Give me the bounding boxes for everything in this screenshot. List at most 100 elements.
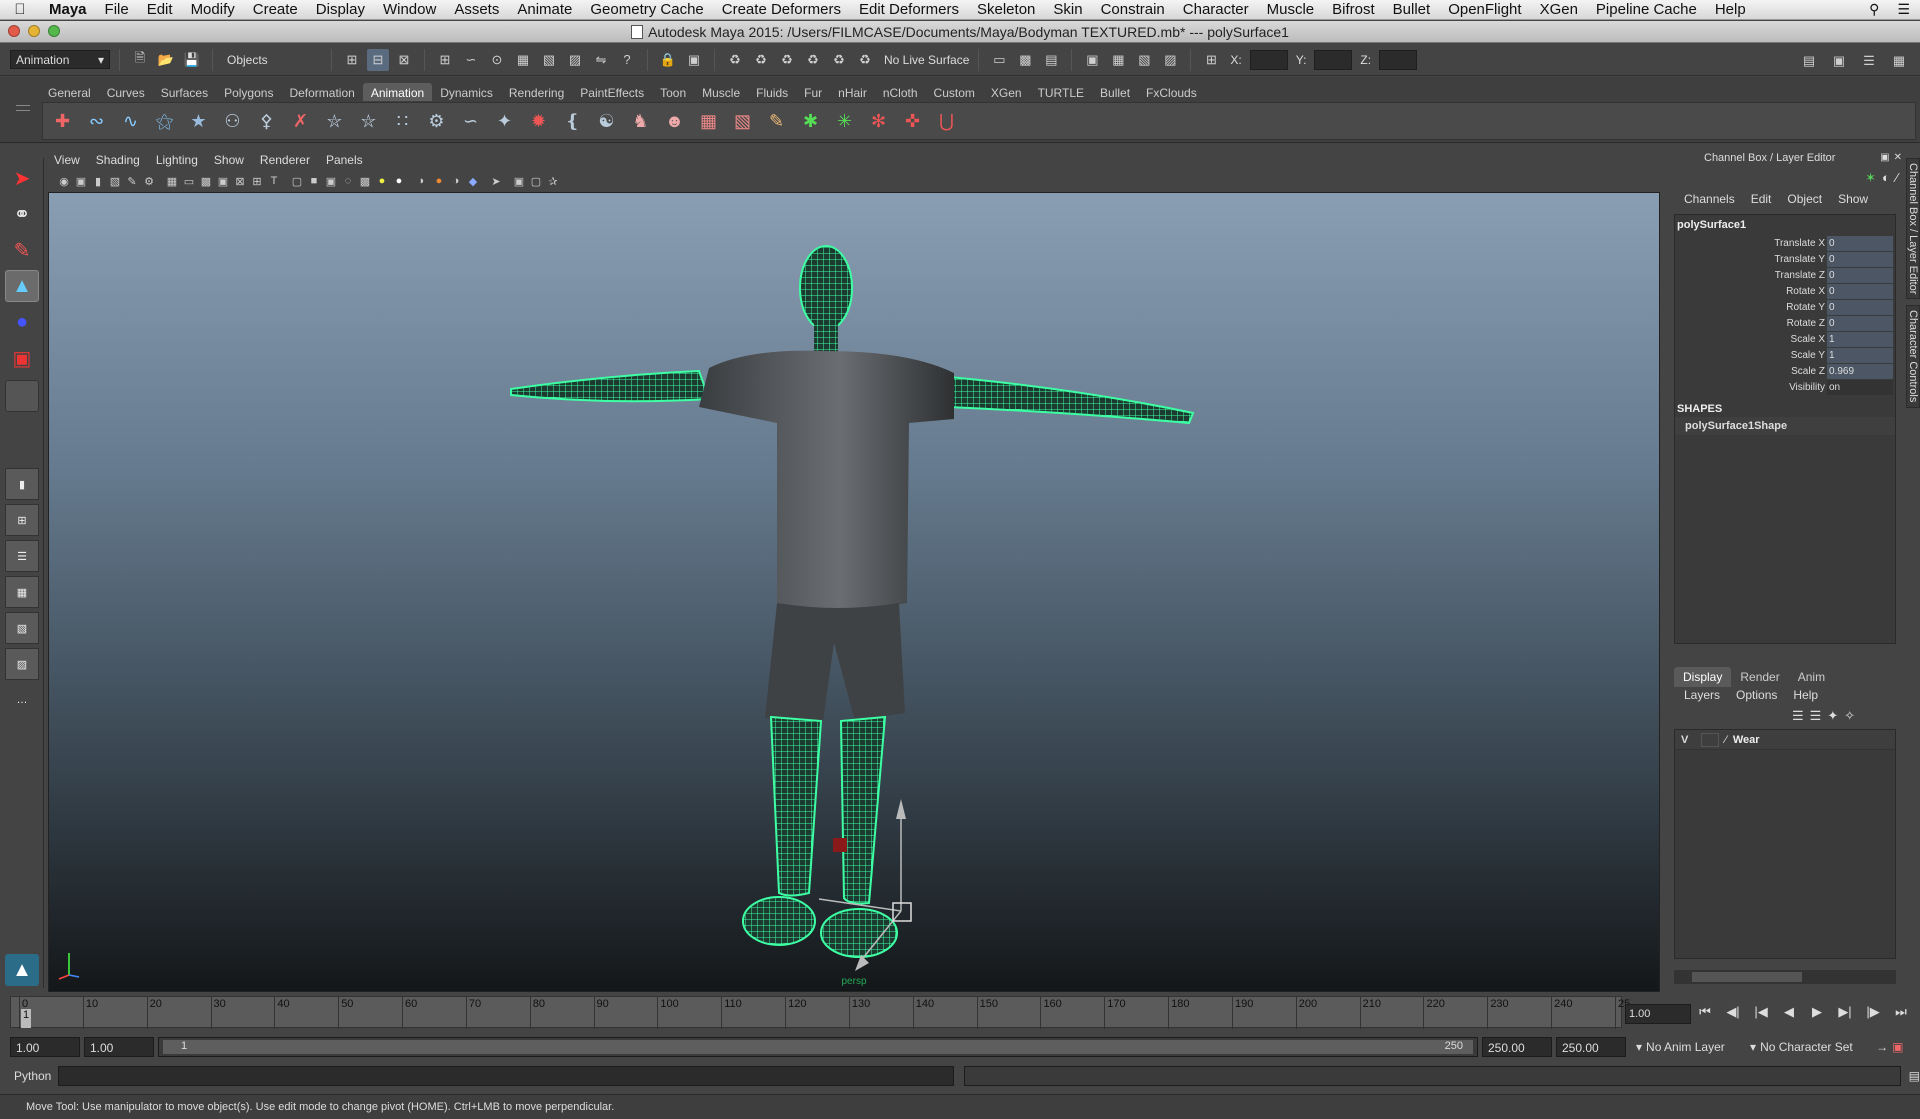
- manipulator-icon[interactable]: ✻: [863, 106, 894, 137]
- pivot-icon[interactable]: ✜: [897, 106, 928, 137]
- layer-menu-help[interactable]: Help: [1785, 688, 1826, 702]
- character-shorts[interactable]: [765, 603, 905, 721]
- float-panel-icon[interactable]: ▣: [1880, 152, 1889, 163]
- attribute-editor-toggle-icon[interactable]: ▤: [1798, 50, 1820, 72]
- persp-graph-hypergraph-layout-icon[interactable]: ▨: [5, 648, 39, 680]
- selection-mode-dropdown[interactable]: Objects: [222, 50, 322, 69]
- character-left-shoe[interactable]: [742, 896, 816, 946]
- side-tab-character-controls[interactable]: Character Controls: [1906, 305, 1920, 408]
- new-scene-icon[interactable]: 🗎: [129, 49, 151, 71]
- side-tab-channel-box[interactable]: Channel Box / Layer Editor: [1906, 158, 1920, 300]
- paint-select-tool-icon[interactable]: ✎: [5, 234, 39, 266]
- shelf-tab-surfaces[interactable]: Surfaces: [153, 83, 216, 101]
- move-layer-down-icon[interactable]: ☰: [1810, 708, 1822, 724]
- menu-app[interactable]: Maya: [40, 1, 96, 18]
- attribute-value[interactable]: 0: [1827, 251, 1893, 267]
- ik-handle-icon[interactable]: ∾: [81, 106, 112, 137]
- motion-blur-icon[interactable]: ●: [431, 173, 447, 189]
- menu-skin[interactable]: Skin: [1044, 1, 1091, 18]
- layer-visibility-toggle[interactable]: V: [1681, 734, 1695, 746]
- xray-joints-icon[interactable]: ▣: [511, 173, 527, 189]
- speed-icon[interactable]: ◐: [1882, 170, 1890, 186]
- set-driven-key-icon[interactable]: ⋃: [931, 106, 962, 137]
- go-to-end-icon[interactable]: ⏭: [1890, 1004, 1912, 1020]
- step-forward-key-icon[interactable]: ▶|: [1834, 1004, 1856, 1020]
- construction-history-icon[interactable]: ♻: [724, 49, 746, 71]
- menu-create-deformers[interactable]: Create Deformers: [713, 1, 850, 18]
- shelf-tab-toon[interactable]: Toon: [652, 83, 694, 101]
- 2d-pan-zoom-icon[interactable]: ⚙: [141, 173, 157, 189]
- attribute-row[interactable]: Translate X0: [1675, 235, 1895, 251]
- paint-weights-icon[interactable]: ✦: [489, 106, 520, 137]
- attribute-value[interactable]: 0: [1827, 283, 1893, 299]
- field-chart-icon[interactable]: ⊠: [232, 173, 248, 189]
- layer-row[interactable]: V ∕ Wear: [1675, 730, 1895, 750]
- play-forwards-icon[interactable]: ▶: [1806, 1004, 1828, 1020]
- menu-window[interactable]: Window: [374, 1, 445, 18]
- attribute-value[interactable]: 0.969: [1827, 363, 1893, 379]
- grid-icon[interactable]: ▦: [164, 173, 180, 189]
- command-input[interactable]: [57, 1066, 954, 1086]
- menu-geometry-cache[interactable]: Geometry Cache: [581, 1, 712, 18]
- history-icon[interactable]: ▨: [564, 49, 586, 71]
- attribute-row[interactable]: Rotate Y0: [1675, 299, 1895, 315]
- shelf-tab-bullet[interactable]: Bullet: [1092, 83, 1138, 101]
- paint-brush-icon[interactable]: ✎: [761, 106, 792, 137]
- character-set-dropdown[interactable]: No Character Set: [1760, 1040, 1872, 1054]
- menu-help[interactable]: Help: [1706, 1, 1755, 18]
- hypershade-icon[interactable]: ♻: [828, 49, 850, 71]
- apple-icon[interactable]: : [0, 1, 40, 18]
- blend-shape-icon[interactable]: ▦: [693, 106, 724, 137]
- isolate-select-icon[interactable]: ➤: [488, 173, 504, 189]
- attribute-row[interactable]: Translate Y0: [1675, 251, 1895, 267]
- render-settings-icon[interactable]: ♻: [802, 49, 824, 71]
- orient-joint-icon[interactable]: ⛥: [353, 106, 384, 137]
- aim-constraint-icon[interactable]: ❴: [557, 106, 588, 137]
- weight-tool-icon[interactable]: ⚙: [421, 106, 452, 137]
- current-frame-marker[interactable]: 1: [21, 1009, 31, 1028]
- textured-icon[interactable]: ▩: [357, 173, 373, 189]
- multisample-aa-icon[interactable]: ◑: [448, 173, 464, 189]
- character-left-arm[interactable]: [510, 369, 711, 403]
- character-right-shoe[interactable]: [820, 908, 898, 958]
- tool-settings-toggle-icon[interactable]: ▣: [1828, 50, 1850, 72]
- shelf-tab-general[interactable]: General: [40, 83, 99, 101]
- range-slider[interactable]: 1 250: [158, 1037, 1478, 1057]
- window-minimize-button[interactable]: [28, 25, 40, 37]
- menu-constrain[interactable]: Constrain: [1092, 1, 1174, 18]
- menu-character[interactable]: Character: [1174, 1, 1258, 18]
- preferences-icon[interactable]: ▣: [1892, 1040, 1903, 1054]
- smooth-shade-icon[interactable]: ■: [306, 173, 322, 189]
- menu-skeleton[interactable]: Skeleton: [968, 1, 1044, 18]
- x-field[interactable]: [1249, 49, 1288, 70]
- persp-outliner-layout-icon[interactable]: ☰: [5, 540, 39, 572]
- tab-render[interactable]: Render: [1731, 667, 1788, 687]
- y-field[interactable]: [1314, 49, 1353, 70]
- wireframe-toggle-icon[interactable]: ▨: [1159, 49, 1181, 71]
- spotlight-search-icon[interactable]: ⚲: [1869, 1, 1879, 18]
- start-time-field[interactable]: 1.00: [10, 1037, 80, 1057]
- cloth-icon[interactable]: ♞: [625, 106, 656, 137]
- go-to-start-icon[interactable]: ⏮: [1694, 1004, 1716, 1020]
- screen-space-ao-icon[interactable]: ◗: [414, 173, 430, 189]
- tab-anim[interactable]: Anim: [1789, 667, 1834, 687]
- layer-editor-toggle-icon[interactable]: ▦: [1888, 50, 1910, 72]
- snap-curve-icon[interactable]: ∽: [460, 49, 482, 71]
- menu-pipeline-cache[interactable]: Pipeline Cache: [1587, 1, 1706, 18]
- curve-joint-icon[interactable]: ∽: [455, 106, 486, 137]
- locator-icon[interactable]: ✱: [795, 106, 826, 137]
- four-view-layout-icon[interactable]: ⊞: [5, 504, 39, 536]
- menu-bifrost[interactable]: Bifrost: [1323, 1, 1384, 18]
- shelf-tab-deformation[interactable]: Deformation: [281, 83, 362, 101]
- character-right-leg[interactable]: [839, 715, 887, 905]
- step-back-frame-icon[interactable]: ◀|: [1722, 1004, 1744, 1020]
- lasso-tool-icon[interactable]: ⚭: [5, 198, 39, 230]
- attribute-row[interactable]: Scale X1: [1675, 331, 1895, 347]
- layer-color-swatch[interactable]: [1701, 732, 1719, 747]
- live-surface-icon[interactable]: ♻: [854, 49, 876, 71]
- snap-view-plane-icon[interactable]: ▦: [512, 49, 534, 71]
- safe-title-icon[interactable]: T: [266, 173, 282, 189]
- render-icon[interactable]: ♻: [750, 49, 772, 71]
- shelf-tab-curves[interactable]: Curves: [99, 83, 153, 101]
- window-close-button[interactable]: [8, 25, 20, 37]
